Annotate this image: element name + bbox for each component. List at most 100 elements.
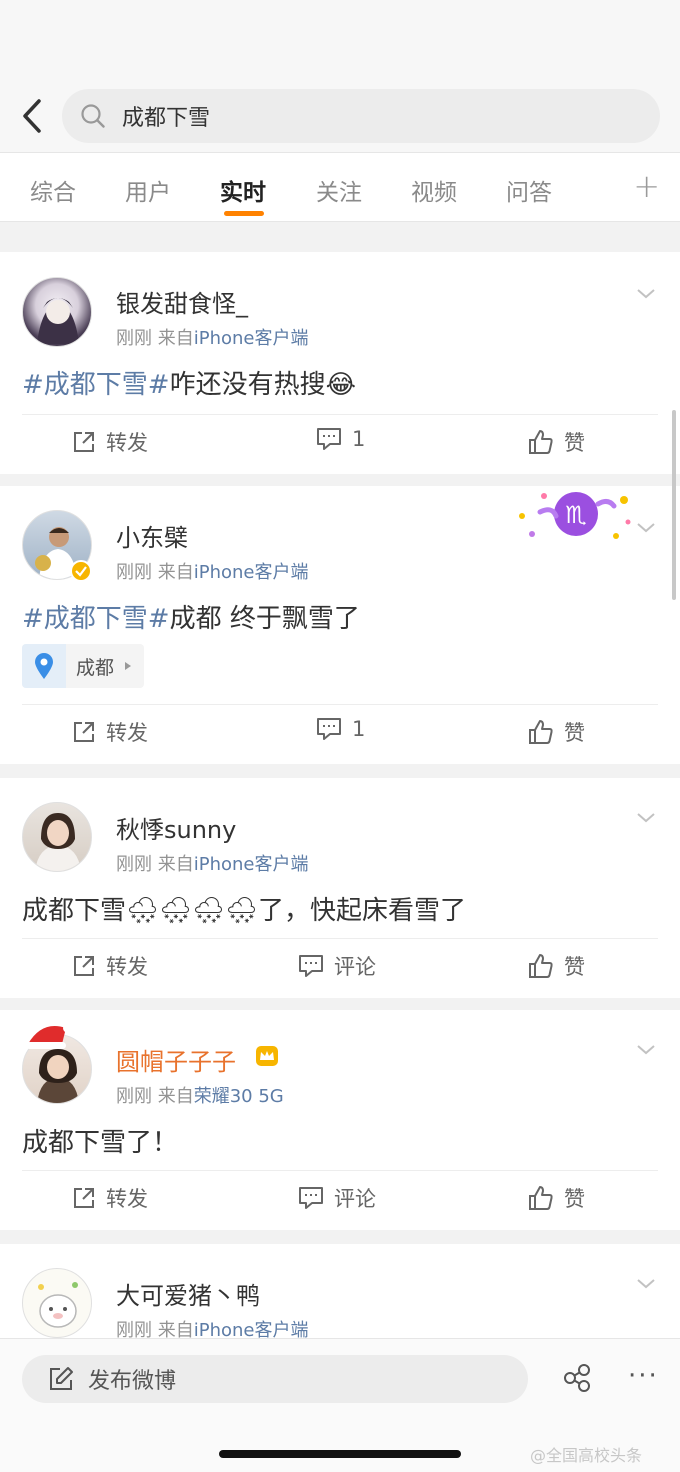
like-button[interactable]: 赞 [528, 427, 585, 457]
tab-video[interactable]: 视频 [411, 173, 457, 207]
post-actions: 转发 1 赞 [22, 414, 658, 472]
share-button[interactable] [562, 1363, 592, 1397]
hashtag-link[interactable]: #成都下雪# [22, 604, 170, 634]
like-label: 赞 [564, 721, 585, 745]
chevron-down-icon[interactable] [636, 808, 656, 828]
verified-badge-icon [70, 560, 92, 582]
edit-icon [50, 1367, 73, 1390]
post-meta: 刚刚 来自荣耀30 5G [116, 1082, 284, 1108]
source-prefix: 来自 [157, 1086, 194, 1107]
source-client[interactable]: 荣耀30 5G [194, 1086, 284, 1107]
scorpio-zodiac-badge-icon[interactable]: ♏ [512, 486, 636, 548]
like-button[interactable]: 赞 [528, 1183, 585, 1213]
repost-button[interactable]: 转发 [72, 1183, 148, 1213]
svg-text:♏: ♏ [565, 501, 587, 529]
search-input[interactable]: 成都下雪 [62, 89, 660, 143]
comment-label: 评论 [334, 1187, 376, 1211]
post-card[interactable]: 大可爱猪丶鸭 刚刚 来自iPhone客户端 [0, 1244, 680, 1338]
like-button[interactable]: 赞 [528, 951, 585, 981]
source-client[interactable]: iPhone客户端 [194, 854, 309, 875]
post-card[interactable]: 银发甜食怪_ 刚刚 来自iPhone客户端 #成都下雪#咋还没有热搜😂 转发 1… [0, 252, 680, 474]
search-icon [78, 101, 108, 131]
post-card[interactable]: 圆帽子子子 刚刚 来自荣耀30 5G 成都下雪了！ 转发 评论 赞 [0, 1010, 680, 1230]
tab-realtime[interactable]: 实时 [220, 173, 266, 207]
source-prefix: 来自 [157, 562, 194, 583]
comment-button[interactable]: 1 [316, 427, 365, 451]
username[interactable]: 大可爱猪丶鸭 [116, 1276, 260, 1311]
search-query: 成都下雪 [122, 106, 211, 131]
comment-button[interactable]: 评论 [298, 951, 376, 981]
scrollbar[interactable] [672, 410, 676, 600]
repost-button[interactable]: 转发 [72, 951, 148, 981]
avatar[interactable] [22, 1268, 92, 1338]
like-button[interactable]: 赞 [528, 717, 585, 747]
repost-label: 转发 [106, 1187, 148, 1211]
vip-crown-icon [256, 1046, 278, 1066]
chevron-down-icon[interactable] [636, 1040, 656, 1060]
post-time: 刚刚 [116, 854, 152, 875]
chevron-right-icon [125, 662, 132, 670]
location-label: 成都 [76, 656, 115, 679]
source-client[interactable]: iPhone客户端 [194, 562, 309, 583]
post-text: 成都下雪🌨🌨🌨🌨了，快起床看雪了 [22, 896, 467, 926]
filter-tabs: 综合 用户 实时 关注 视频 问答 + [0, 152, 680, 222]
source-prefix: 来自 [157, 328, 194, 349]
comment-button[interactable]: 评论 [298, 1183, 376, 1213]
post-actions: 转发 1 赞 [22, 704, 658, 762]
post-card[interactable]: 秋悸sunny 刚刚 来自iPhone客户端 成都下雪🌨🌨🌨🌨了，快起床看雪了 … [0, 778, 680, 998]
more-options-button[interactable]: ··· [628, 1361, 659, 1391]
post-time: 刚刚 [116, 562, 152, 583]
post-text: #成都下雪#咋还没有热搜😂 [22, 364, 356, 401]
source-prefix: 来自 [157, 854, 194, 875]
add-tab-button[interactable]: + [633, 167, 660, 205]
comment-icon [317, 718, 341, 740]
repost-icon [74, 1188, 94, 1208]
divider [0, 764, 680, 778]
post-time: 刚刚 [116, 328, 152, 349]
source-client[interactable]: iPhone客户端 [194, 328, 309, 349]
map-pin-icon [22, 644, 66, 688]
tab-general[interactable]: 综合 [30, 173, 76, 207]
repost-label: 转发 [106, 431, 148, 455]
username[interactable]: 秋悸sunny [116, 810, 236, 845]
chevron-down-icon[interactable] [636, 284, 656, 304]
repost-button[interactable]: 转发 [72, 427, 148, 457]
thumbs-up-icon [529, 430, 553, 454]
back-button[interactable] [14, 96, 50, 136]
like-label: 赞 [564, 1187, 585, 1211]
tab-qa[interactable]: 问答 [506, 173, 552, 207]
chevron-down-icon[interactable] [636, 1274, 656, 1294]
repost-label: 转发 [106, 721, 148, 745]
post-actions: 转发 评论 赞 [22, 1170, 658, 1228]
thumbs-up-icon [529, 954, 553, 978]
share-icon [564, 1364, 590, 1392]
comment-count: 1 [352, 427, 366, 451]
repost-button[interactable]: 转发 [72, 717, 148, 747]
tab-following[interactable]: 关注 [316, 173, 362, 207]
avatar[interactable] [22, 277, 92, 347]
post-card[interactable]: 小东檗 刚刚 来自iPhone客户端 ♏ #成都下雪#成都 终于飘雪了 成都 转… [0, 486, 680, 764]
comment-count: 1 [352, 717, 366, 741]
divider [0, 474, 680, 486]
post-body: 成都 终于飘雪了 [169, 604, 360, 634]
username[interactable]: 银发甜食怪_ [116, 284, 248, 319]
username[interactable]: 圆帽子子子 [116, 1042, 236, 1077]
source-client[interactable]: iPhone客户端 [194, 1320, 309, 1338]
chevron-down-icon[interactable] [636, 518, 656, 538]
watermark: @全国高校头条 [530, 1446, 643, 1465]
avatar[interactable] [22, 802, 92, 872]
post-time: 刚刚 [116, 1320, 152, 1338]
comment-icon [317, 428, 341, 450]
comment-label: 评论 [334, 955, 376, 979]
post-text: #成都下雪#成都 终于飘雪了 [22, 598, 360, 635]
username[interactable]: 小东檗 [116, 518, 188, 553]
compose-button[interactable]: 发布微博 [22, 1355, 528, 1403]
comment-button[interactable]: 1 [316, 717, 365, 741]
post-body: 咋还没有热搜😂 [169, 370, 356, 400]
home-indicator[interactable] [219, 1450, 461, 1458]
source-prefix: 来自 [157, 1320, 194, 1338]
tab-users[interactable]: 用户 [125, 173, 171, 207]
thumbs-up-icon [529, 720, 553, 744]
hashtag-link[interactable]: #成都下雪# [22, 370, 170, 400]
location-tag[interactable]: 成都 [22, 644, 145, 688]
